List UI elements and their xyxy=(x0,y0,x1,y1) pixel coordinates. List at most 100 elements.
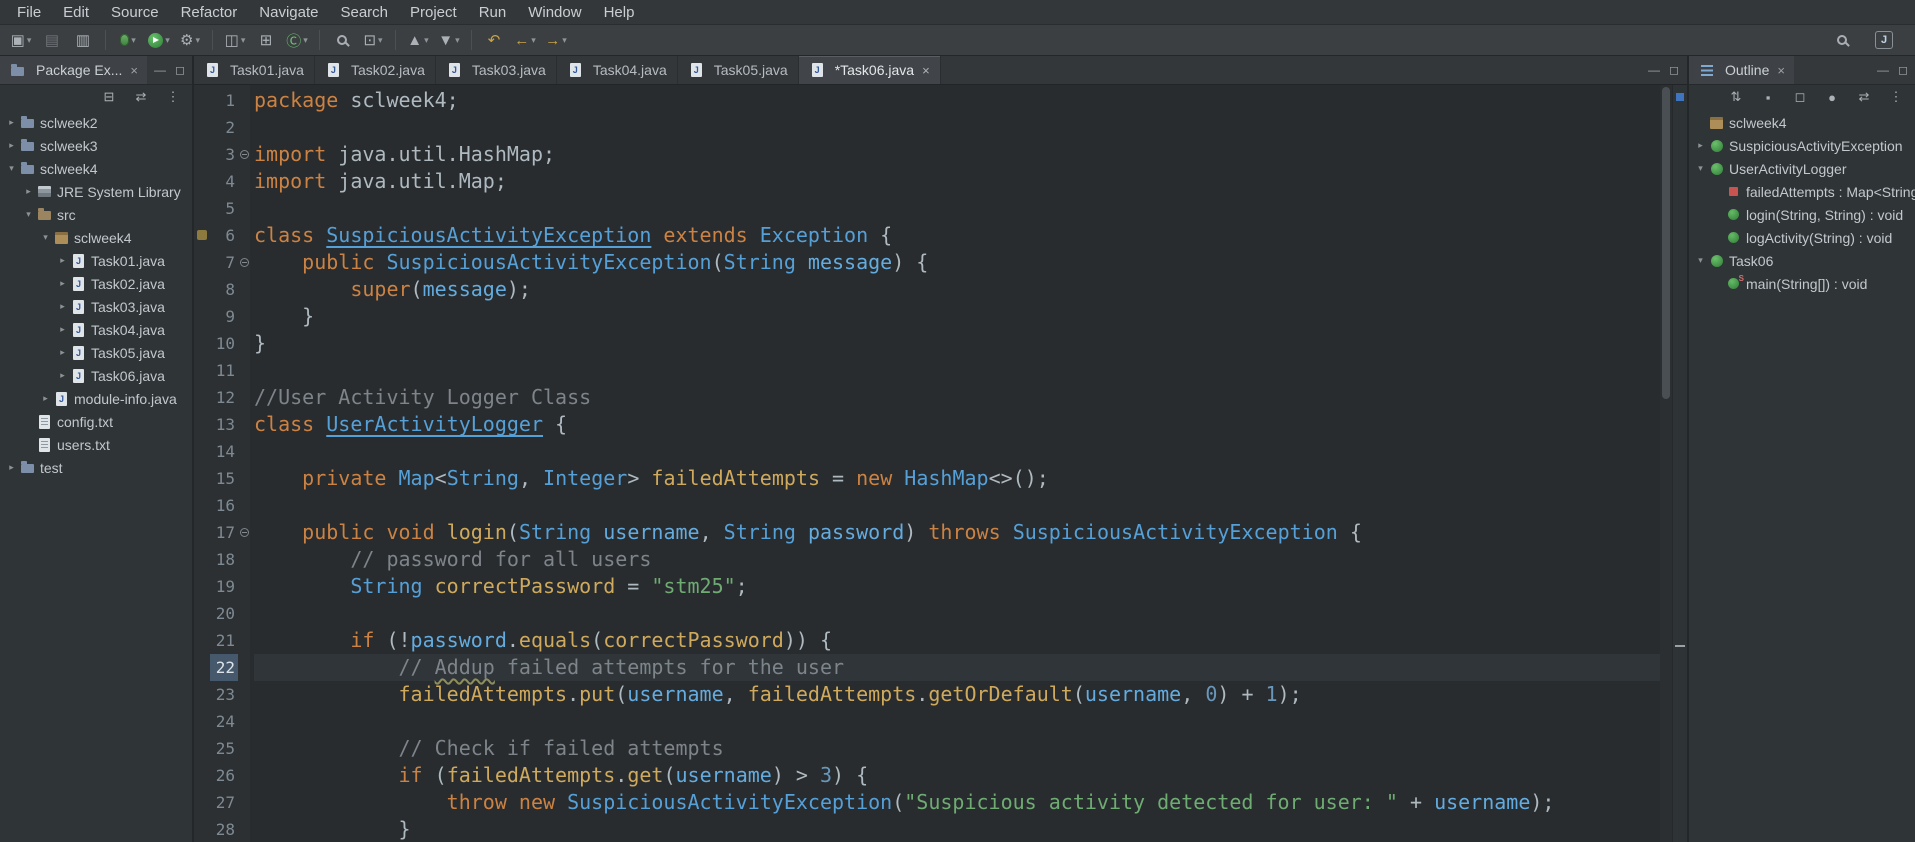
minimize-view-icon[interactable]: — xyxy=(154,63,166,77)
outline-item[interactable]: Smain(String[]) : void xyxy=(1689,272,1915,295)
open-task-icon[interactable]: ⊡ ▾ xyxy=(358,28,388,53)
menu-edit[interactable]: Edit xyxy=(52,2,100,23)
code-line[interactable] xyxy=(254,357,1660,384)
code-line[interactable]: public SuspiciousActivityException(Strin… xyxy=(254,249,1660,276)
minimize-view-icon[interactable]: — xyxy=(1877,63,1889,77)
sort-icon[interactable]: ⇅ xyxy=(1725,87,1747,107)
hide-non-public-members-icon[interactable]: ● xyxy=(1821,87,1843,107)
next-annotation-icon[interactable]: ▼ ▾ xyxy=(434,28,464,53)
code-line[interactable] xyxy=(254,708,1660,735)
code-line[interactable]: // password for all users xyxy=(254,546,1660,573)
code-line[interactable]: throw new SuspiciousActivityException("S… xyxy=(254,789,1660,816)
code-line[interactable] xyxy=(254,438,1660,465)
code-line[interactable]: super(message); xyxy=(254,276,1660,303)
code-line[interactable]: // Check if failed attempts xyxy=(254,735,1660,762)
back-icon[interactable]: ← ▾ xyxy=(510,28,540,53)
debug-icon[interactable]: ▾ xyxy=(113,28,143,53)
tree-item[interactable]: ▸ J Task02.java xyxy=(0,272,192,295)
search-icon[interactable] xyxy=(1827,28,1857,53)
code-line[interactable]: package sclweek4; xyxy=(254,87,1660,114)
tree-item[interactable]: ▸ J Task01.java xyxy=(0,249,192,272)
java-perspective-icon[interactable]: J xyxy=(1869,28,1899,53)
close-tab-icon[interactable]: × xyxy=(922,63,930,78)
collapsed-arrow-icon[interactable]: ▸ xyxy=(55,347,70,358)
collapse-all-icon[interactable]: ⊟ xyxy=(98,87,120,107)
expanded-arrow-icon[interactable]: ▾ xyxy=(38,232,53,243)
menu-window[interactable]: Window xyxy=(517,2,592,23)
maximize-view-icon[interactable]: ◻ xyxy=(175,63,185,77)
code-line[interactable]: if (failedAttempts.get(username) > 3) { xyxy=(254,762,1660,789)
tree-item[interactable]: ▸ Jmodule-info.java xyxy=(0,387,192,410)
code-line[interactable]: // Addup failed attempts for the user xyxy=(254,654,1660,681)
collapsed-arrow-icon[interactable]: ▸ xyxy=(55,255,70,266)
tree-item[interactable]: ▾ sclweek4 xyxy=(0,157,192,180)
menu-refactor[interactable]: Refactor xyxy=(170,2,249,23)
collapsed-arrow-icon[interactable]: ▸ xyxy=(55,278,70,289)
menu-run[interactable]: Run xyxy=(468,2,518,23)
menu-navigate[interactable]: Navigate xyxy=(248,2,329,23)
outline-tab[interactable]: Outline × xyxy=(1689,56,1794,84)
last-edit-location-icon[interactable]: ↶ xyxy=(479,28,509,53)
scrollbar-thumb[interactable] xyxy=(1662,87,1670,399)
code-line[interactable]: public void login(String username, Strin… xyxy=(254,519,1660,546)
fold-icon[interactable] xyxy=(239,150,249,159)
code-line[interactable]: failedAttempts.put(username, failedAttem… xyxy=(254,681,1660,708)
menu-file[interactable]: File xyxy=(6,2,52,23)
package-explorer-tab[interactable]: Package Ex... × xyxy=(0,56,147,84)
close-view-icon[interactable]: × xyxy=(130,63,138,78)
code-line[interactable]: //User Activity Logger Class xyxy=(254,384,1660,411)
close-view-icon[interactable]: × xyxy=(1777,63,1785,78)
code-line[interactable]: } xyxy=(254,303,1660,330)
tree-item[interactable]: ▸ J Task05.java xyxy=(0,341,192,364)
tree-item[interactable]: ▾ sclweek4 xyxy=(0,226,192,249)
expanded-arrow-icon[interactable]: ▾ xyxy=(1693,163,1708,174)
link-with-editor-icon[interactable]: ⇄ xyxy=(1853,87,1875,107)
menu-search[interactable]: Search xyxy=(329,2,399,23)
code-line[interactable] xyxy=(254,600,1660,627)
save-icon[interactable]: ▤ xyxy=(37,28,67,53)
new-wizard-icon[interactable]: ▣ ▾ xyxy=(6,28,36,53)
outline-item[interactable]: login(String, String) : void xyxy=(1689,203,1915,226)
new-class-icon[interactable]: Ⓒ ▾ xyxy=(282,28,312,53)
fold-icon[interactable] xyxy=(239,258,249,267)
expanded-arrow-icon[interactable]: ▾ xyxy=(1693,255,1708,266)
code-line[interactable]: class UserActivityLogger { xyxy=(254,411,1660,438)
collapsed-arrow-icon[interactable]: ▸ xyxy=(38,393,53,404)
hide-fields-icon[interactable]: ▪ xyxy=(1757,87,1779,107)
expanded-arrow-icon[interactable]: ▾ xyxy=(21,209,36,220)
collapsed-arrow-icon[interactable]: ▸ xyxy=(1693,140,1708,151)
code-line[interactable]: if (!password.equals(correctPassword)) { xyxy=(254,627,1660,654)
new-java-project-icon[interactable]: ◫ ▾ xyxy=(220,28,250,53)
code-line[interactable]: } xyxy=(254,816,1660,842)
tree-item[interactable]: config.txt xyxy=(0,410,192,433)
code-line[interactable]: import java.util.Map; xyxy=(254,168,1660,195)
code-lines[interactable]: package sclweek4; import java.util.HashMa… xyxy=(250,85,1660,842)
collapsed-arrow-icon[interactable]: ▸ xyxy=(55,301,70,312)
tree-item[interactable]: ▸ sclweek3 xyxy=(0,134,192,157)
code-line[interactable]: import java.util.HashMap; xyxy=(254,141,1660,168)
tree-item[interactable]: users.txt xyxy=(0,433,192,456)
view-menu-icon[interactable]: ⋮ xyxy=(162,87,184,107)
outline-item[interactable]: failedAttempts : Map<String, Integer> xyxy=(1689,180,1915,203)
code-line[interactable] xyxy=(254,195,1660,222)
collapsed-arrow-icon[interactable]: ▸ xyxy=(4,140,19,151)
code-line[interactable]: private Map<String, Integer> failedAttem… xyxy=(254,465,1660,492)
outline-item[interactable]: ▸ SuspiciousActivityException xyxy=(1689,134,1915,157)
maximize-view-icon[interactable]: ◻ xyxy=(1669,63,1679,77)
fold-icon[interactable] xyxy=(239,528,249,537)
tree-item[interactable]: ▸ J Task04.java xyxy=(0,318,192,341)
editor-tab[interactable]: J Task05.java xyxy=(678,56,799,84)
forward-icon[interactable]: → ▾ xyxy=(541,28,571,53)
view-menu-icon[interactable]: ⋮ xyxy=(1885,87,1907,107)
editor-tab[interactable]: J Task02.java xyxy=(315,56,436,84)
menu-project[interactable]: Project xyxy=(399,2,468,23)
tree-item[interactable]: ▸ test xyxy=(0,456,192,479)
tree-item[interactable]: ▾ src xyxy=(0,203,192,226)
outline-item[interactable]: ▾ UserActivityLogger xyxy=(1689,157,1915,180)
previous-annotation-icon[interactable]: ▲ ▾ xyxy=(403,28,433,53)
tree-item[interactable]: ▸ J Task06.java xyxy=(0,364,192,387)
code-line[interactable]: class SuspiciousActivityException extend… xyxy=(254,222,1660,249)
editor-scrollbar[interactable] xyxy=(1660,85,1672,842)
print-icon[interactable]: ▥ xyxy=(68,28,98,53)
new-package-icon[interactable]: ⊞ xyxy=(251,28,281,53)
